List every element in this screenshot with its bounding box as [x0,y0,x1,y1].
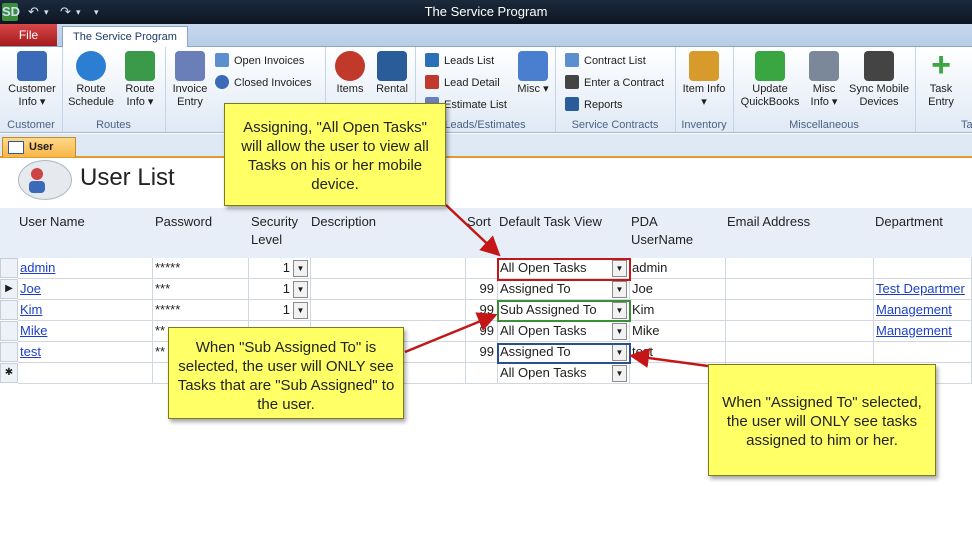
callout-assigned-to: When "Assigned To" selected, the user wi… [708,364,936,476]
callout-all-open-tasks: Assigning, "All Open Tasks" will allow t… [224,103,446,206]
arrow-to-assigned [629,348,709,368]
arrow-to-sub-assigned [404,312,498,354]
arrow-to-all-open-tasks [445,204,501,257]
callout-sub-assigned: When "Sub Assigned To" is selected, the … [168,327,404,419]
